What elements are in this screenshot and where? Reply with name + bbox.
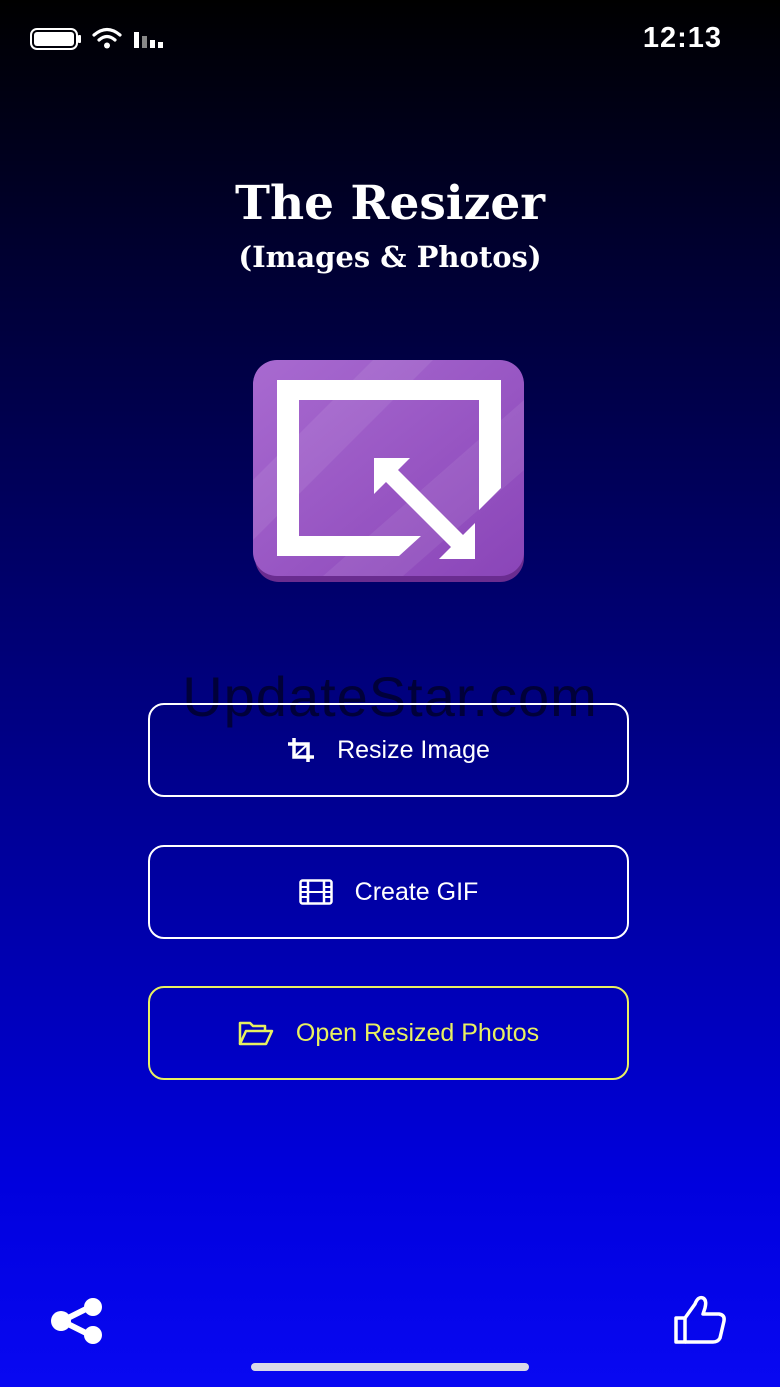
status-time: 12:13 [642, 22, 722, 54]
status-bar: 12:13 [0, 0, 780, 80]
wifi-icon [92, 27, 122, 54]
open-resized-photos-button[interactable]: Open Resized Photos [148, 986, 629, 1080]
app-subtitle: (Images & Photos) [238, 240, 542, 274]
resize-image-button[interactable]: Resize Image [148, 703, 629, 797]
create-gif-label: Create GIF [354, 877, 479, 906]
resize-arrow-icon [253, 360, 526, 584]
film-icon [298, 879, 333, 905]
open-resized-photos-label: Open Resized Photos [295, 1018, 540, 1047]
cellular-signal-icon [134, 30, 168, 55]
app-title: The Resizer [234, 176, 546, 231]
crop-icon [287, 737, 315, 763]
home-indicator[interactable] [251, 1363, 529, 1371]
battery-icon [30, 28, 82, 55]
share-icon[interactable] [50, 1298, 106, 1349]
resize-image-label: Resize Image [337, 735, 490, 764]
create-gif-button[interactable]: Create GIF [148, 845, 629, 939]
folder-open-icon [238, 1020, 274, 1046]
thumbs-up-icon[interactable] [672, 1294, 728, 1351]
